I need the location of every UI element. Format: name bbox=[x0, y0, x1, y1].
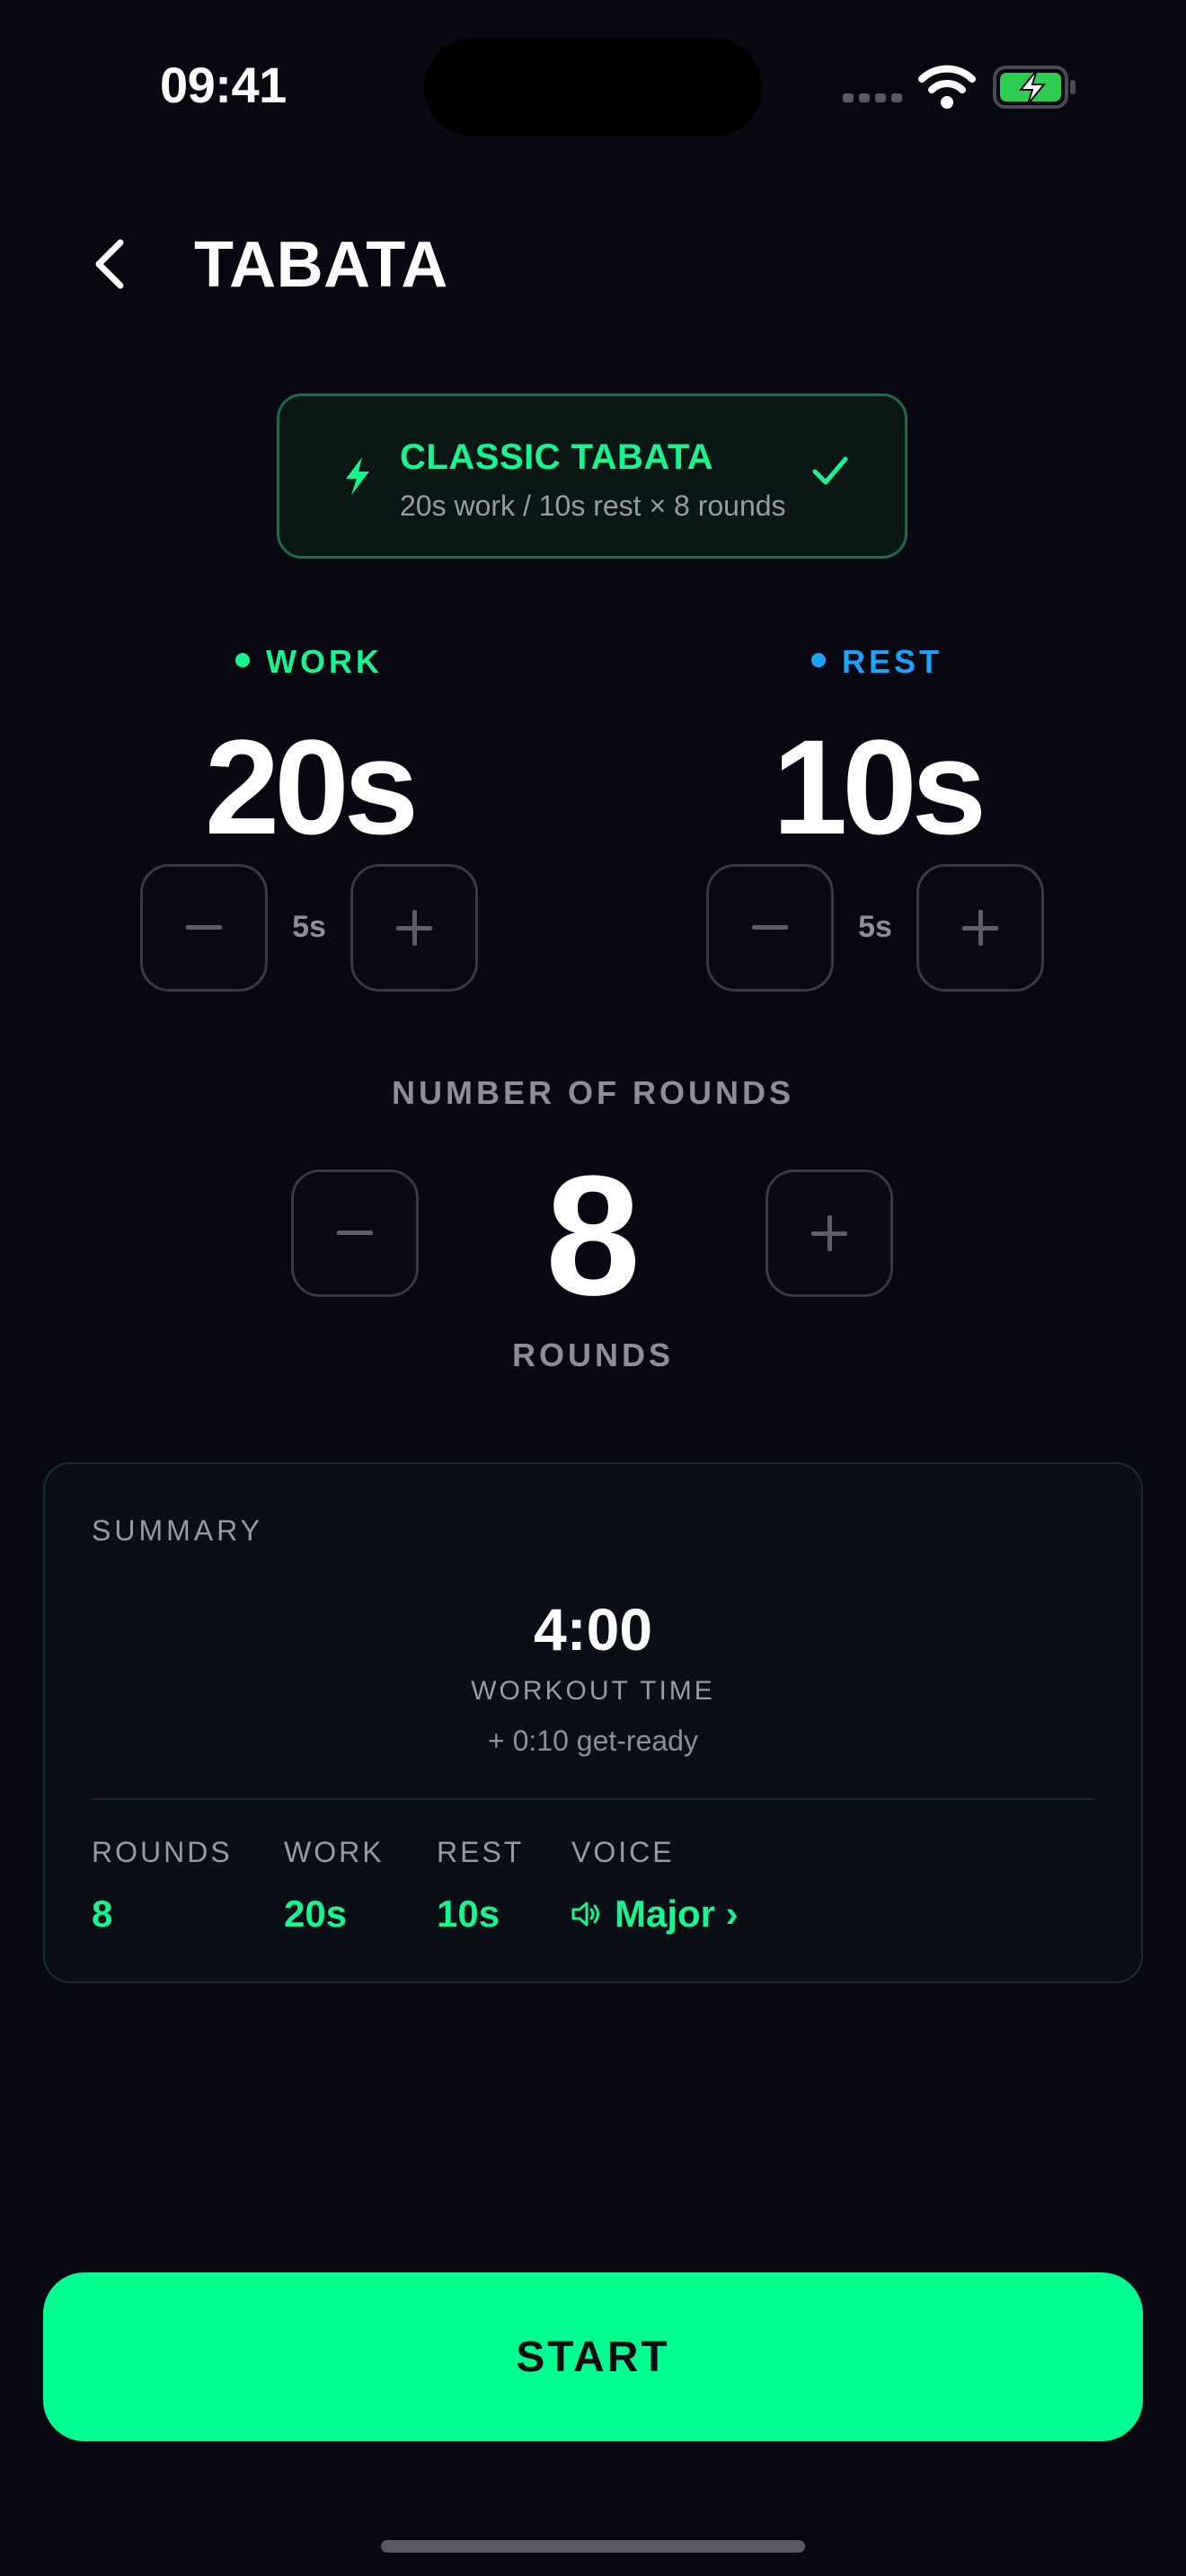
rounds-title: NUMBER OF ROUNDS bbox=[392, 1074, 794, 1111]
summary-card: SUMMARY 4:00 WORKOUT TIME + 0:10 get-rea… bbox=[43, 1462, 1143, 1983]
rest-increase-button[interactable] bbox=[916, 864, 1044, 992]
workout-total-time: 4:00 bbox=[533, 1596, 653, 1663]
voice-selector[interactable]: Major › bbox=[571, 1892, 739, 1936]
minus-icon bbox=[752, 925, 788, 930]
stat-rest-value: 10s bbox=[437, 1892, 500, 1935]
rest-decrease-button[interactable] bbox=[706, 864, 834, 992]
stat-voice-label: VOICE bbox=[571, 1836, 675, 1868]
dynamic-island bbox=[424, 38, 762, 137]
summary-title: SUMMARY bbox=[92, 1514, 263, 1547]
minus-icon bbox=[186, 925, 222, 930]
work-setting: WORK 20s 5s bbox=[58, 629, 561, 1006]
chevron-left-icon bbox=[95, 239, 124, 289]
rest-label: REST bbox=[625, 643, 1128, 681]
rest-step-label: 5s bbox=[858, 910, 892, 944]
battery-charging-icon bbox=[992, 65, 1078, 114]
rest-value: 10s bbox=[772, 711, 987, 862]
workout-time-label: WORKOUT TIME bbox=[471, 1676, 715, 1706]
stat-work: WORK 20s bbox=[284, 1836, 385, 1936]
plus-icon bbox=[811, 1215, 847, 1251]
work-decrease-button[interactable] bbox=[140, 864, 268, 992]
start-button[interactable]: START bbox=[43, 2272, 1143, 2441]
work-label: WORK bbox=[58, 643, 561, 681]
check-icon bbox=[811, 454, 849, 494]
stat-rounds: ROUNDS 8 bbox=[92, 1836, 233, 1936]
home-indicator bbox=[381, 2540, 805, 2553]
preset-card-classic-tabata[interactable]: CLASSIC TABATA 20s work / 10s rest × 8 r… bbox=[277, 393, 907, 559]
plus-icon bbox=[396, 910, 432, 946]
work-increase-button[interactable] bbox=[350, 864, 478, 992]
page-title: TABATA bbox=[194, 229, 448, 301]
bolt-icon bbox=[342, 455, 373, 501]
rounds-value: 8 bbox=[545, 1141, 641, 1331]
get-ready-note: + 0:10 get-ready bbox=[488, 1725, 698, 1757]
stat-rest-label: REST bbox=[437, 1836, 525, 1868]
preset-subtitle: 20s work / 10s rest × 8 rounds bbox=[400, 490, 786, 522]
plus-icon bbox=[962, 910, 998, 946]
stat-voice[interactable]: VOICE Major › bbox=[571, 1836, 739, 1936]
rounds-increase-button[interactable] bbox=[766, 1169, 893, 1297]
work-step-label: 5s bbox=[292, 910, 326, 944]
rest-setting: REST 10s 5s bbox=[625, 629, 1128, 1006]
stat-rounds-label: ROUNDS bbox=[92, 1836, 233, 1868]
stat-rounds-value: 8 bbox=[92, 1892, 113, 1935]
speaker-icon bbox=[571, 1901, 599, 1927]
cellular-signal-icon bbox=[843, 93, 902, 102]
stat-work-label: WORK bbox=[284, 1836, 385, 1868]
back-button[interactable] bbox=[83, 232, 137, 296]
stat-rest: REST 10s bbox=[437, 1836, 524, 1936]
rest-dot-icon bbox=[810, 653, 826, 667]
summary-divider bbox=[92, 1798, 1094, 1800]
wifi-icon bbox=[918, 65, 976, 114]
work-value: 20s bbox=[204, 711, 419, 862]
rounds-decrease-button[interactable] bbox=[291, 1169, 419, 1297]
minus-icon bbox=[337, 1231, 373, 1235]
voice-value: Major › bbox=[615, 1892, 739, 1935]
preset-title: CLASSIC TABATA bbox=[400, 437, 714, 477]
rounds-unit: ROUNDS bbox=[511, 1337, 674, 1373]
work-dot-icon bbox=[235, 653, 250, 667]
stat-work-value: 20s bbox=[284, 1892, 348, 1935]
status-time: 09:41 bbox=[160, 57, 287, 113]
